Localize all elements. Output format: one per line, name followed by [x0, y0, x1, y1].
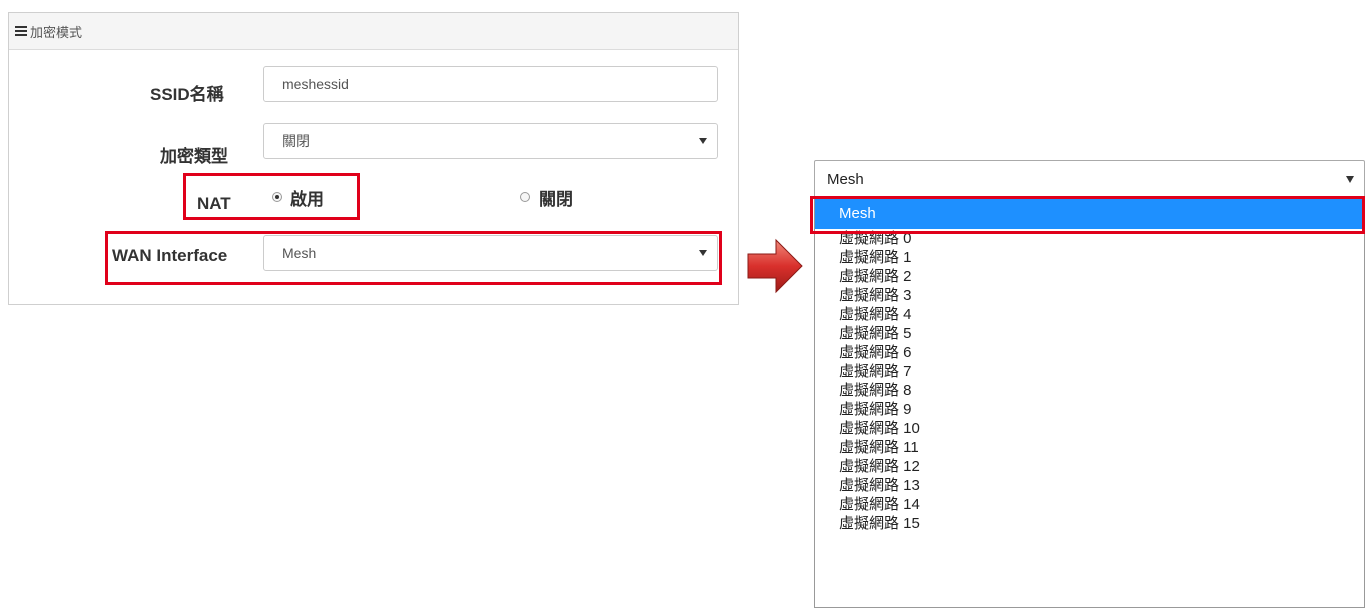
dropdown-option[interactable]: 虛擬網路 4	[815, 305, 1364, 324]
dropdown-option[interactable]: 虛擬網路 7	[815, 362, 1364, 381]
dropdown-option[interactable]: 虛擬網路 2	[815, 267, 1364, 286]
right-arrow-icon	[747, 238, 803, 294]
dropdown-option[interactable]: 虛擬網路 3	[815, 286, 1364, 305]
dropdown-option[interactable]: 虛擬網路 14	[815, 495, 1364, 514]
panel-header: 加密模式	[9, 13, 738, 50]
wan-highlight-box	[105, 231, 722, 285]
nat-highlight-box	[183, 173, 360, 220]
wan-interface-dropdown[interactable]: Mesh	[814, 160, 1365, 199]
ssid-value: meshessid	[282, 76, 349, 92]
dropdown-option[interactable]: 虛擬網路 9	[815, 400, 1364, 419]
nat-disable-radio[interactable]	[520, 192, 530, 202]
dropdown-option[interactable]: 虛擬網路 12	[815, 457, 1364, 476]
list-icon	[15, 26, 27, 36]
ssid-input[interactable]: meshessid	[263, 66, 718, 102]
dropdown-option[interactable]: 虛擬網路 1	[815, 248, 1364, 267]
dropdown-option[interactable]: 虛擬網路 6	[815, 343, 1364, 362]
dropdown-current-value: Mesh	[827, 171, 864, 188]
chevron-down-icon	[699, 138, 707, 144]
dropdown-options-list: Mesh 虛擬網路 0 虛擬網路 1 虛擬網路 2 虛擬網路 3 虛擬網路 4 虛擬網路 5…	[814, 199, 1365, 608]
nat-disable-label: 關閉	[539, 190, 573, 209]
dropdown-option[interactable]: 虛擬網路 5	[815, 324, 1364, 343]
dropdown-option[interactable]: 虛擬網路 8	[815, 381, 1364, 400]
dropdown-option[interactable]: 虛擬網路 15	[815, 514, 1364, 533]
encryption-type-label: 加密類型	[160, 147, 228, 166]
encryption-type-select[interactable]: 關閉	[263, 123, 718, 159]
panel-title: 加密模式	[30, 24, 83, 40]
chevron-down-icon	[1346, 176, 1354, 183]
mesh-highlight-box	[810, 196, 1365, 234]
encryption-type-value: 關閉	[282, 133, 310, 149]
ssid-label: SSID名稱	[150, 85, 224, 104]
dropdown-option[interactable]: 虛擬網路 13	[815, 476, 1364, 495]
dropdown-option[interactable]: 虛擬網路 11	[815, 438, 1364, 457]
dropdown-option[interactable]: 虛擬網路 10	[815, 419, 1364, 438]
